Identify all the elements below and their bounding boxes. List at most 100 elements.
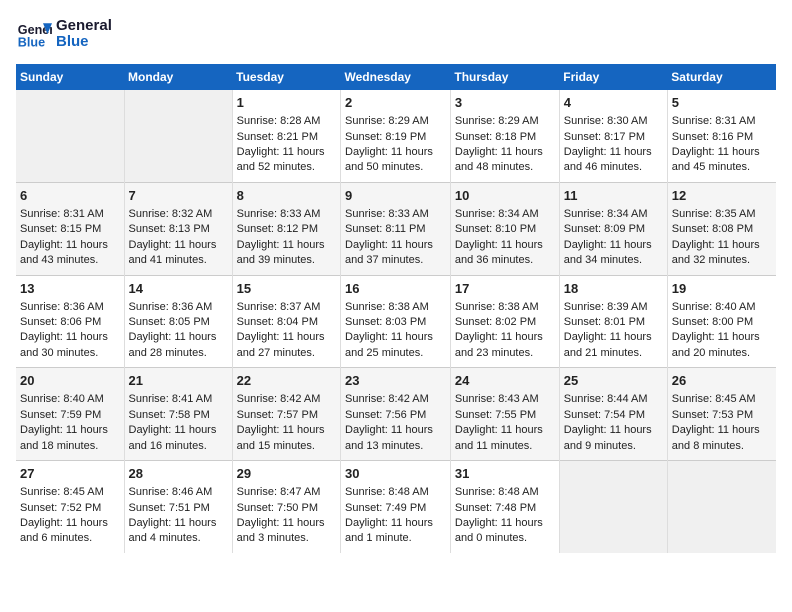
day-info: Sunset: 8:09 PM [564,222,663,237]
day-info: Daylight: 11 hours and 1 minute. [345,516,446,547]
day-number: 14 [129,280,228,298]
calendar-cell: 15 Sunrise: 8:37 AMSunset: 8:04 PMDayligh… [232,275,340,368]
day-info: Daylight: 11 hours and 32 minutes. [672,238,772,269]
calendar-cell: 7Sunrise: 8:32 AMSunset: 8:13 PMDaylight… [124,182,232,275]
calendar-cell: 3Sunrise: 8:29 AMSunset: 8:18 PMDaylight… [450,90,559,182]
day-info: Sunrise: 8:33 AM [345,207,446,222]
calendar-week-3: 13Sunrise: 8:36 AMSunset: 8:06 PMDayligh… [16,275,776,368]
day-info: Sunrise: 8:35 AM [672,207,772,222]
day-number: 17 [455,280,555,298]
day-info: Daylight: 11 hours and 48 minutes. [455,145,555,176]
weekday-header-sunday: Sunday [16,64,124,90]
day-number: 16 [345,280,446,298]
day-info: Daylight: 11 hours and 4 minutes. [129,516,228,547]
day-info: Sunset: 7:55 PM [455,408,555,423]
calendar-cell: 12Sunrise: 8:35 AMSunset: 8:08 PMDayligh… [667,182,776,275]
day-number: 31 [455,465,555,483]
day-number: 28 [129,465,228,483]
calendar-week-5: 27Sunrise: 8:45 AMSunset: 7:52 PMDayligh… [16,461,776,553]
day-info: Sunset: 8:18 PM [455,130,555,145]
day-info: Sunset: 8:13 PM [129,222,228,237]
day-info: Sunset: 8:04 PM [237,315,336,330]
day-info: Sunset: 7:56 PM [345,408,446,423]
calendar-cell: 22Sunrise: 8:42 AMSunset: 7:57 PMDayligh… [232,368,340,461]
day-info: Sunset: 8:12 PM [237,222,336,237]
day-info: Sunrise: 8:36 AM [20,300,120,315]
weekday-header-monday: Monday [124,64,232,90]
day-info: Sunrise: 8:37 AM [237,300,336,315]
weekday-header-wednesday: Wednesday [341,64,451,90]
day-info: Daylight: 11 hours and 34 minutes. [564,238,663,269]
day-info: Sunset: 8:10 PM [455,222,555,237]
calendar-cell [16,90,124,182]
day-number: 1 [237,94,336,112]
day-info: Sunrise: 8:31 AM [672,114,772,129]
calendar-cell: 13Sunrise: 8:36 AMSunset: 8:06 PMDayligh… [16,275,124,368]
calendar-cell: 29Sunrise: 8:47 AMSunset: 7:50 PMDayligh… [232,461,340,553]
calendar-cell: 30Sunrise: 8:48 AMSunset: 7:49 PMDayligh… [341,461,451,553]
day-info: Sunrise: 8:48 AM [345,485,446,500]
day-info: Daylight: 11 hours and 36 minutes. [455,238,555,269]
day-info: Sunrise: 8:33 AM [237,207,336,222]
day-info: Sunrise: 8:34 AM [455,207,555,222]
day-number: 20 [20,372,120,390]
calendar-cell: 10 Sunrise: 8:34 AMSunset: 8:10 PMDayligh… [450,182,559,275]
day-info: Sunset: 8:05 PM [129,315,228,330]
weekday-header-friday: Friday [559,64,667,90]
day-info: Sunrise: 8:42 AM [237,392,336,407]
day-info: Daylight: 11 hours and 18 minutes. [20,423,120,454]
day-info: Daylight: 11 hours and 52 minutes. [237,145,336,176]
day-info: Sunset: 8:19 PM [345,130,446,145]
day-number: 26 [672,372,772,390]
day-info: Daylight: 11 hours and 46 minutes. [564,145,663,176]
day-info: Sunset: 8:16 PM [672,130,772,145]
calendar-week-1: 1Sunrise: 8:28 AMSunset: 8:21 PMDaylight… [16,90,776,182]
day-info: Sunset: 7:54 PM [564,408,663,423]
logo-icon: General Blue [16,16,52,52]
day-info: Sunrise: 8:40 AM [20,392,120,407]
day-info: Daylight: 11 hours and 37 minutes. [345,238,446,269]
day-info: Sunrise: 8:40 AM [672,300,772,315]
day-info: Daylight: 11 hours and 11 minutes. [455,423,555,454]
day-info: Sunrise: 8:39 AM [564,300,663,315]
calendar-cell: 16Sunrise: 8:38 AMSunset: 8:03 PMDayligh… [341,275,451,368]
calendar-cell: 19Sunrise: 8:40 AMSunset: 8:00 PMDayligh… [667,275,776,368]
day-number: 18 [564,280,663,298]
calendar-cell: 14Sunrise: 8:36 AMSunset: 8:05 PMDayligh… [124,275,232,368]
day-info: Daylight: 11 hours and 27 minutes. [237,330,336,361]
day-info: Daylight: 11 hours and 23 minutes. [455,330,555,361]
day-number: 15 [237,280,336,298]
day-number: 10 [455,187,555,205]
day-info: Sunset: 8:21 PM [237,130,336,145]
day-info: Sunset: 7:53 PM [672,408,772,423]
day-info: Sunrise: 8:32 AM [129,207,228,222]
weekday-header-tuesday: Tuesday [232,64,340,90]
day-info: Sunset: 7:59 PM [20,408,120,423]
calendar-cell: 21Sunrise: 8:41 AMSunset: 7:58 PMDayligh… [124,368,232,461]
calendar-cell: 8Sunrise: 8:33 AMSunset: 8:12 PMDaylight… [232,182,340,275]
calendar-cell: 6Sunrise: 8:31 AMSunset: 8:15 PMDaylight… [16,182,124,275]
day-number: 29 [237,465,336,483]
calendar-cell: 28Sunrise: 8:46 AMSunset: 7:51 PMDayligh… [124,461,232,553]
weekday-header-row: SundayMondayTuesdayWednesdayThursdayFrid… [16,64,776,90]
day-info: Sunrise: 8:46 AM [129,485,228,500]
calendar-cell: 24Sunrise: 8:43 AMSunset: 7:55 PMDayligh… [450,368,559,461]
day-info: Daylight: 11 hours and 13 minutes. [345,423,446,454]
day-info: Sunrise: 8:38 AM [455,300,555,315]
day-number: 30 [345,465,446,483]
calendar-cell [559,461,667,553]
logo-blue: Blue [56,34,112,51]
calendar-cell: 5Sunrise: 8:31 AMSunset: 8:16 PMDaylight… [667,90,776,182]
logo: General Blue General Blue [16,16,112,52]
day-number: 25 [564,372,663,390]
day-info: Sunrise: 8:28 AM [237,114,336,129]
day-info: Sunrise: 8:42 AM [345,392,446,407]
day-number: 21 [129,372,228,390]
day-info: Sunrise: 8:34 AM [564,207,663,222]
day-info: Sunset: 8:08 PM [672,222,772,237]
day-info: Daylight: 11 hours and 6 minutes. [20,516,120,547]
day-info: Sunset: 8:15 PM [20,222,120,237]
day-info: Daylight: 11 hours and 21 minutes. [564,330,663,361]
calendar-cell: 17Sunrise: 8:38 AMSunset: 8:02 PMDayligh… [450,275,559,368]
weekday-header-thursday: Thursday [450,64,559,90]
